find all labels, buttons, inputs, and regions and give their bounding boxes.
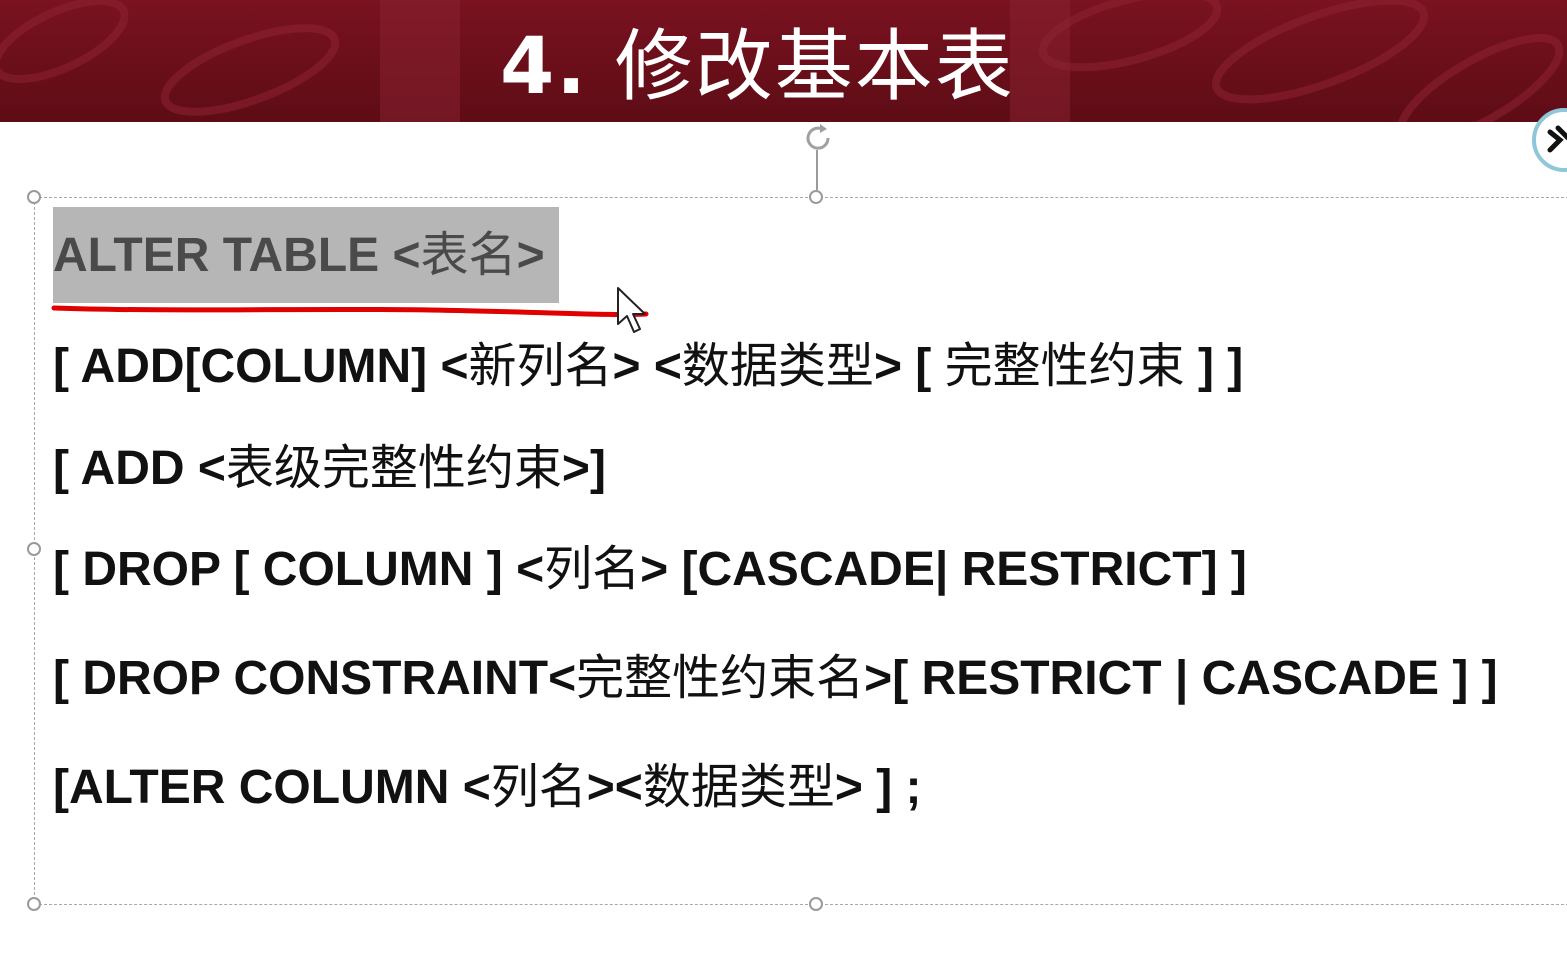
syntax-segment: >[ RESTRICT | CASCADE ] ] [864,652,1498,705]
syntax-segment: [ ADD[COLUMN] < [53,340,469,393]
syntax-line-alter-column[interactable]: [ALTER COLUMN <列名><数据类型> ] ; [53,757,922,818]
syntax-line-add-column[interactable]: [ ADD[COLUMN] <新列名> <数据类型> [ 完整性约束 ] ] [53,336,1243,397]
resize-handle-bottom-center[interactable] [809,897,823,911]
syntax-segment: 列名 [544,541,641,597]
syntax-segment: 新列名 [468,338,613,394]
syntax-segment: >< [586,761,643,814]
rotate-handle-icon[interactable] [800,120,836,156]
syntax-segment: [ ADD < [53,442,226,495]
rotate-handle-stem [816,150,818,190]
syntax-segment: 数据类型 [642,759,835,815]
slide-title-bar: 4. 修改基本表 [0,0,1567,122]
slide-title-number: 4. [500,22,588,112]
syntax-segment: 列名 [490,759,587,815]
syntax-line-add-table-constraint[interactable]: [ ADD <表级完整性约束>] [53,438,606,499]
syntax-segment: 数据类型 [681,338,874,394]
red-underline-annotation [51,305,649,318]
resize-handle-top-left[interactable] [27,190,41,204]
syntax-line-drop-constraint[interactable]: [ DROP CONSTRAINT<完整性约束名>[ RESTRICT | CA… [53,648,1498,709]
slide-title: 4. 修改基本表 [500,22,1015,112]
syntax-segment: 完整性约束名 [576,650,865,706]
syntax-segment: > [CASCADE| RESTRICT] ] [640,543,1247,596]
syntax-line-drop-column[interactable]: [ DROP [ COLUMN ] <列名> [CASCADE| RESTRIC… [53,539,1247,600]
resize-handle-top-center[interactable] [809,190,823,204]
resize-handle-middle-left[interactable] [27,542,41,556]
syntax-segment: [ DROP CONSTRAINT< [53,652,577,705]
mouse-pointer-icon [617,287,646,333]
syntax-segment: > ] ; [834,761,922,814]
slide-title-text: 修改基本表 [614,22,1015,112]
syntax-segment: > [516,229,545,282]
syntax-segment: 表级完整性约束 [225,440,562,496]
syntax-segment: ] ] [1184,340,1244,393]
floating-toolbar-icon[interactable] [1530,104,1567,176]
syntax-segment: >] [561,442,606,495]
syntax-segment: > [ [873,340,945,393]
syntax-segment: [ DROP [ COLUMN ] < [53,543,545,596]
syntax-line-alter-table[interactable]: ALTER TABLE <表名> [53,207,559,303]
syntax-segment: ALTER TABLE < [53,229,421,282]
resize-handle-bottom-left[interactable] [27,897,41,911]
syntax-segment: 完整性约束 [944,338,1185,394]
syntax-segment: > < [612,340,682,393]
syntax-segment: [ALTER COLUMN < [53,761,491,814]
syntax-segment: 表名 [420,227,517,283]
